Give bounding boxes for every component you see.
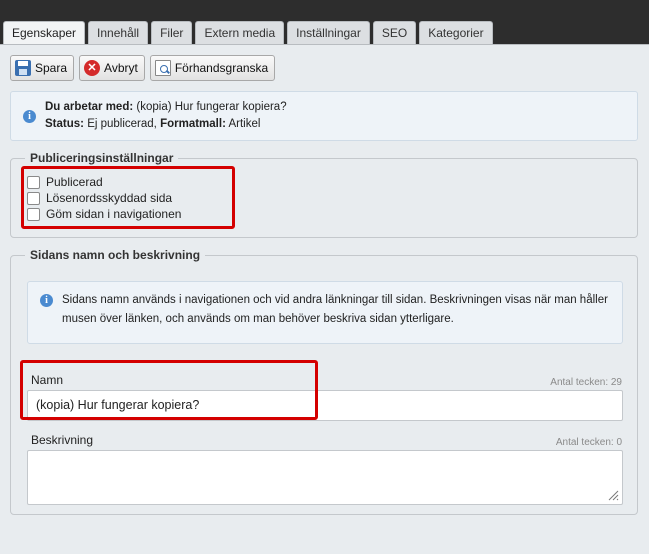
cancel-icon: ✕	[84, 60, 101, 76]
tab-installningar[interactable]: Inställningar	[287, 21, 370, 44]
save-icon	[15, 60, 31, 76]
preview-label: Förhandsgranska	[174, 61, 269, 75]
preview-icon	[154, 60, 171, 76]
properties-panel: Spara ✕ Avbryt Förhandsgranska i Du arbe…	[0, 44, 649, 554]
info-icon: i	[40, 294, 53, 307]
hide-in-navigation-label: Göm sidan i navigationen	[46, 207, 182, 221]
description-char-counter: Antal tecken: 0	[556, 437, 622, 448]
tab-innehall[interactable]: Innehåll	[88, 21, 149, 44]
tab-egenskaper[interactable]: Egenskaper	[3, 21, 86, 44]
tab-extern-media[interactable]: Extern media	[195, 21, 285, 44]
cancel-label: Avbryt	[104, 61, 138, 75]
description-counter-label: Antal tecken:	[555, 437, 614, 448]
tab-seo[interactable]: SEO	[372, 21, 417, 44]
name-counter-label: Antal tecken:	[550, 377, 609, 388]
preview-button[interactable]: Förhandsgranska	[149, 55, 276, 81]
page-info-help-text: Sidans namn används i navigationen och v…	[62, 294, 608, 325]
description-textarea[interactable]	[27, 450, 623, 505]
checkbox-row-published: Publicerad	[27, 175, 103, 189]
name-label: Namn	[31, 373, 64, 387]
cancel-button[interactable]: ✕ Avbryt	[79, 55, 145, 81]
hide-in-navigation-checkbox[interactable]	[27, 207, 40, 221]
status-line: Status: Ej publicerad, Formatmall: Artik…	[45, 118, 260, 130]
page-name-description-fieldset: Sidans namn och beskrivning i Sidans nam…	[10, 248, 638, 515]
template-value: Artikel	[228, 118, 261, 130]
name-char-counter: Antal tecken: 29	[550, 377, 622, 388]
status-label: Status:	[45, 118, 84, 130]
published-label: Publicerad	[46, 175, 103, 189]
working-on-value: (kopia) Hur fungerar kopiera?	[136, 101, 287, 113]
resize-handle-icon[interactable]	[607, 489, 619, 501]
save-button[interactable]: Spara	[10, 55, 75, 81]
password-protected-checkbox[interactable]	[27, 191, 40, 205]
publishing-settings-fieldset: Publiceringsinställningar Publicerad Lös…	[10, 151, 638, 238]
publishing-settings-legend: Publiceringsinställningar	[25, 151, 179, 165]
tab-kategorier[interactable]: Kategorier	[419, 21, 493, 44]
tab-strip: Egenskaper Innehåll Filer Extern media I…	[3, 21, 493, 44]
toolbar: Spara ✕ Avbryt Förhandsgranska	[10, 55, 276, 81]
working-on-line: Du arbetar med: (kopia) Hur fungerar kop…	[45, 101, 287, 113]
published-checkbox[interactable]	[27, 175, 40, 189]
name-counter-value: 29	[610, 377, 622, 388]
info-icon: i	[23, 110, 36, 123]
name-input[interactable]: (kopia) Hur fungerar kopiera?	[27, 390, 623, 421]
description-label: Beskrivning	[31, 433, 94, 447]
working-on-info-box: i Du arbetar med: (kopia) Hur fungerar k…	[10, 91, 638, 141]
save-label: Spara	[35, 61, 68, 75]
page-info-help-box: i Sidans namn används i navigationen och…	[27, 281, 623, 344]
status-value: Ej publicerad,	[87, 118, 157, 130]
tab-filer[interactable]: Filer	[151, 21, 193, 44]
page-name-description-legend: Sidans namn och beskrivning	[25, 248, 206, 262]
template-label: Formatmall:	[160, 118, 226, 130]
checkbox-row-password: Lösenordsskyddad sida	[27, 191, 172, 205]
description-counter-value: 0	[616, 437, 622, 448]
password-protected-label: Lösenordsskyddad sida	[46, 191, 173, 205]
working-on-label: Du arbetar med:	[45, 101, 134, 113]
checkbox-row-hide-nav: Göm sidan i navigationen	[27, 207, 181, 221]
